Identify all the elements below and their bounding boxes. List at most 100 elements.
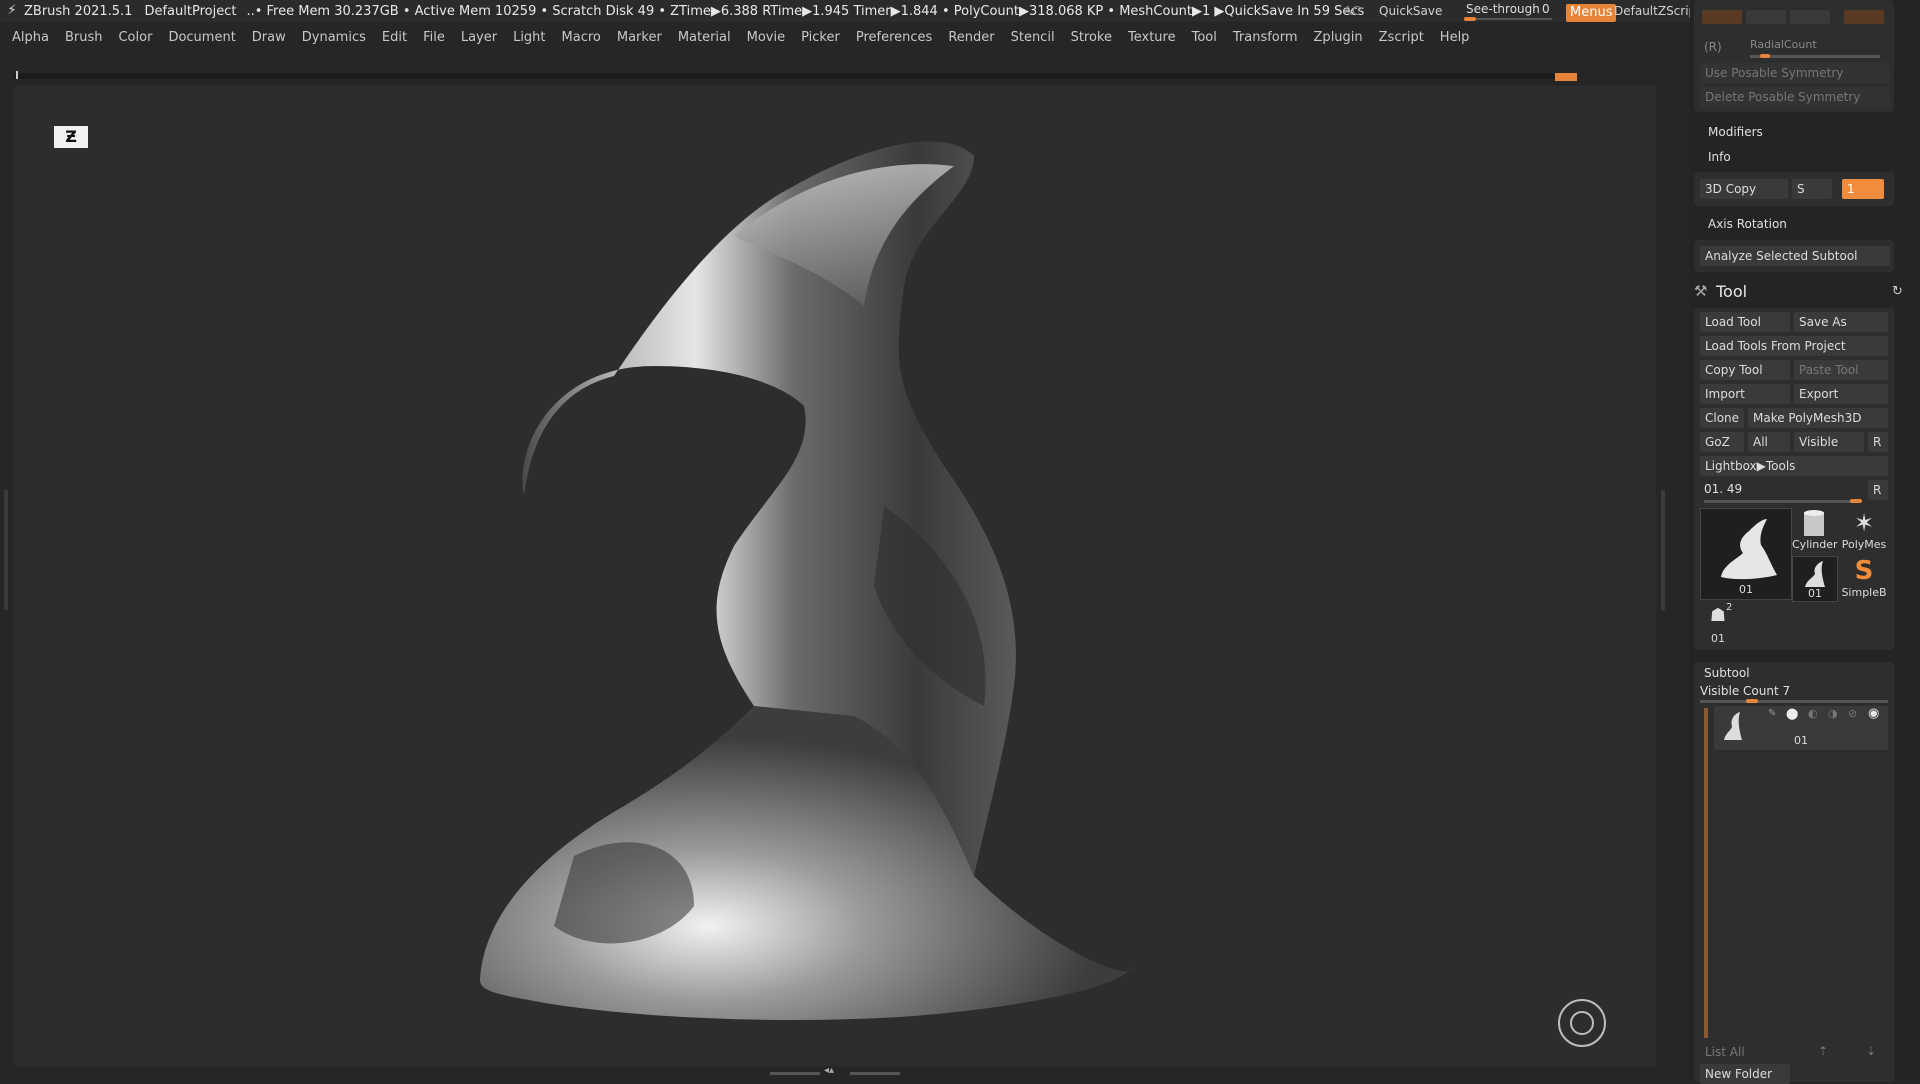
symmetry-m-button[interactable] bbox=[1844, 10, 1884, 24]
menu-file[interactable]: File bbox=[423, 30, 445, 45]
menu-brush[interactable]: Brush bbox=[65, 30, 103, 45]
tray-toggle-icon[interactable]: ◂▴ bbox=[824, 1065, 834, 1076]
menu-transform[interactable]: Transform bbox=[1233, 30, 1298, 45]
refresh-icon[interactable]: ↻ bbox=[1892, 284, 1903, 299]
menu-stencil[interactable]: Stencil bbox=[1011, 30, 1055, 45]
import-button[interactable]: Import bbox=[1700, 384, 1790, 404]
menu-tool[interactable]: Tool bbox=[1192, 30, 1217, 45]
tool-r-button[interactable]: R bbox=[1868, 480, 1888, 500]
timeline-marker[interactable] bbox=[1555, 73, 1577, 81]
tool-palette-header[interactable]: ⚒ Tool ↻ bbox=[1694, 280, 1906, 304]
menu-document[interactable]: Document bbox=[168, 30, 235, 45]
menus-button[interactable]: Menus bbox=[1566, 4, 1617, 22]
list-all-button[interactable]: List All bbox=[1700, 1042, 1790, 1062]
symmetry-y-button[interactable] bbox=[1746, 10, 1786, 24]
menu-zplugin[interactable]: Zplugin bbox=[1314, 30, 1363, 45]
load-tools-from-project-button[interactable]: Load Tools From Project bbox=[1700, 336, 1888, 356]
menu-marker[interactable]: Marker bbox=[617, 30, 662, 45]
menu-movie[interactable]: Movie bbox=[747, 30, 785, 45]
document-canvas[interactable]: Ƶ bbox=[14, 86, 1656, 1066]
analyze-selected-subtool-button[interactable]: Analyze Selected Subtool bbox=[1700, 246, 1890, 266]
subtool-brush-icon[interactable]: ✎ bbox=[1768, 708, 1776, 719]
left-tray-handle[interactable] bbox=[4, 490, 8, 610]
goz-visible-button[interactable]: Visible bbox=[1794, 432, 1864, 452]
menu-draw[interactable]: Draw bbox=[252, 30, 286, 45]
subtool-title[interactable]: Subtool bbox=[1704, 666, 1750, 680]
visible-count-thumb[interactable] bbox=[1746, 699, 1758, 703]
ac-label[interactable]: AC bbox=[1344, 0, 1360, 22]
goz-button[interactable]: GoZ bbox=[1700, 432, 1744, 452]
bottom-tray-handle[interactable]: ◂▴ bbox=[770, 1065, 900, 1076]
tool-thumb-history[interactable]: ☗ 2 01 bbox=[1700, 602, 1736, 646]
menu-render[interactable]: Render bbox=[948, 30, 994, 45]
tool-thumb-cylinder[interactable]: Cylinder bbox=[1792, 508, 1838, 552]
subtool-dynamesh-icon[interactable]: ◐ bbox=[1808, 707, 1818, 720]
subtool-solo-icon[interactable]: ◑ bbox=[1828, 707, 1838, 720]
tool-thumb-current[interactable]: 01 bbox=[1700, 508, 1792, 600]
delete-posable-symmetry-button[interactable]: Delete Posable Symmetry bbox=[1700, 87, 1890, 107]
subtool-thumb-icon bbox=[1724, 712, 1742, 740]
menu-preferences[interactable]: Preferences bbox=[856, 30, 932, 45]
menu-macro[interactable]: Macro bbox=[562, 30, 601, 45]
timeline-strip[interactable] bbox=[14, 71, 1577, 81]
3d-copy-button[interactable]: 3D Copy bbox=[1700, 179, 1788, 199]
see-through-thumb[interactable] bbox=[1464, 17, 1476, 21]
menu-light[interactable]: Light bbox=[513, 30, 545, 45]
menu-alpha[interactable]: Alpha bbox=[12, 30, 49, 45]
modifiers-subpalette[interactable]: Modifiers bbox=[1708, 125, 1763, 139]
menu-material[interactable]: Material bbox=[678, 30, 731, 45]
axis-rotation-subpalette[interactable]: Axis Rotation bbox=[1708, 217, 1787, 231]
tool-thumb-01[interactable]: 01 bbox=[1792, 556, 1838, 602]
move-down-icon[interactable]: ⇣ bbox=[1866, 1044, 1876, 1058]
tool-thumb-simplebrush[interactable]: S SimpleB bbox=[1840, 556, 1888, 600]
move-up-icon[interactable]: ⇡ bbox=[1818, 1044, 1828, 1058]
new-folder-button[interactable]: New Folder bbox=[1700, 1064, 1790, 1084]
right-tray-handle[interactable] bbox=[1661, 490, 1665, 610]
symmetry-panel: (R) RadialCount Use Posable Symmetry Del… bbox=[1694, 0, 1894, 112]
see-through-slider[interactable]: See-through 0 bbox=[1460, 0, 1556, 22]
menu-texture[interactable]: Texture bbox=[1128, 30, 1176, 45]
menu-zscript[interactable]: Zscript bbox=[1379, 30, 1424, 45]
lightbox-tools-button[interactable]: Lightbox▶Tools bbox=[1700, 456, 1888, 476]
quicksave-button[interactable]: QuickSave bbox=[1379, 0, 1442, 22]
tool-slider-thumb[interactable] bbox=[1850, 499, 1862, 503]
use-posable-symmetry-button[interactable]: Use Posable Symmetry bbox=[1700, 63, 1890, 83]
project-name[interactable]: DefaultProject bbox=[144, 4, 236, 19]
save-as-button[interactable]: Save As bbox=[1794, 312, 1888, 332]
radial-count-thumb[interactable] bbox=[1760, 54, 1770, 58]
visible-count-label[interactable]: Visible Count 7 bbox=[1700, 684, 1790, 698]
copy-s-button[interactable]: S bbox=[1792, 179, 1832, 199]
subtool-eye-icon[interactable]: ◉ bbox=[1868, 706, 1879, 721]
menu-layer[interactable]: Layer bbox=[461, 30, 497, 45]
load-tool-button[interactable]: Load Tool bbox=[1700, 312, 1790, 332]
menu-stroke[interactable]: Stroke bbox=[1071, 30, 1112, 45]
info-subpalette[interactable]: Info bbox=[1708, 150, 1731, 164]
symmetry-x-button[interactable] bbox=[1702, 10, 1742, 24]
export-button[interactable]: Export bbox=[1794, 384, 1888, 404]
make-polymesh3d-button[interactable]: Make PolyMesh3D bbox=[1748, 408, 1888, 428]
subtool-row[interactable]: ✎ ⬤ ◐ ◑ ⊘ ◉ 01 bbox=[1714, 706, 1888, 750]
goz-all-button[interactable]: All bbox=[1748, 432, 1790, 452]
subtool-polypaint-icon[interactable]: ⬤ bbox=[1786, 707, 1798, 720]
symmetry-z-button[interactable] bbox=[1790, 10, 1830, 24]
subtool-scrollbar[interactable] bbox=[1704, 708, 1708, 1038]
default-zscript-button[interactable]: DefaultZScript bbox=[1614, 0, 1701, 22]
navigation-ring-icon[interactable] bbox=[1558, 999, 1606, 1047]
tool-thumb-caption: 01 bbox=[1711, 632, 1725, 645]
copy-tool-button[interactable]: Copy Tool bbox=[1700, 360, 1790, 380]
current-tool-label[interactable]: 01. 49 bbox=[1704, 482, 1742, 496]
menu-dynamics[interactable]: Dynamics bbox=[302, 30, 366, 45]
tool-thumb-polymesh[interactable]: ✶ PolyMes bbox=[1840, 508, 1888, 552]
menu-picker[interactable]: Picker bbox=[801, 30, 840, 45]
goz-r-button[interactable]: R bbox=[1868, 432, 1888, 452]
sculpted-mesh[interactable] bbox=[14, 86, 1656, 1066]
paste-tool-button[interactable]: Paste Tool bbox=[1794, 360, 1888, 380]
menu-help[interactable]: Help bbox=[1440, 30, 1470, 45]
radial-count-label[interactable]: RadialCount bbox=[1750, 38, 1817, 51]
visible-count-track bbox=[1700, 700, 1888, 703]
menu-color[interactable]: Color bbox=[118, 30, 152, 45]
copy-value-field[interactable]: 1 bbox=[1842, 179, 1884, 199]
clone-button[interactable]: Clone bbox=[1700, 408, 1744, 428]
menu-edit[interactable]: Edit bbox=[382, 30, 407, 45]
subtool-lock-icon[interactable]: ⊘ bbox=[1848, 707, 1857, 720]
